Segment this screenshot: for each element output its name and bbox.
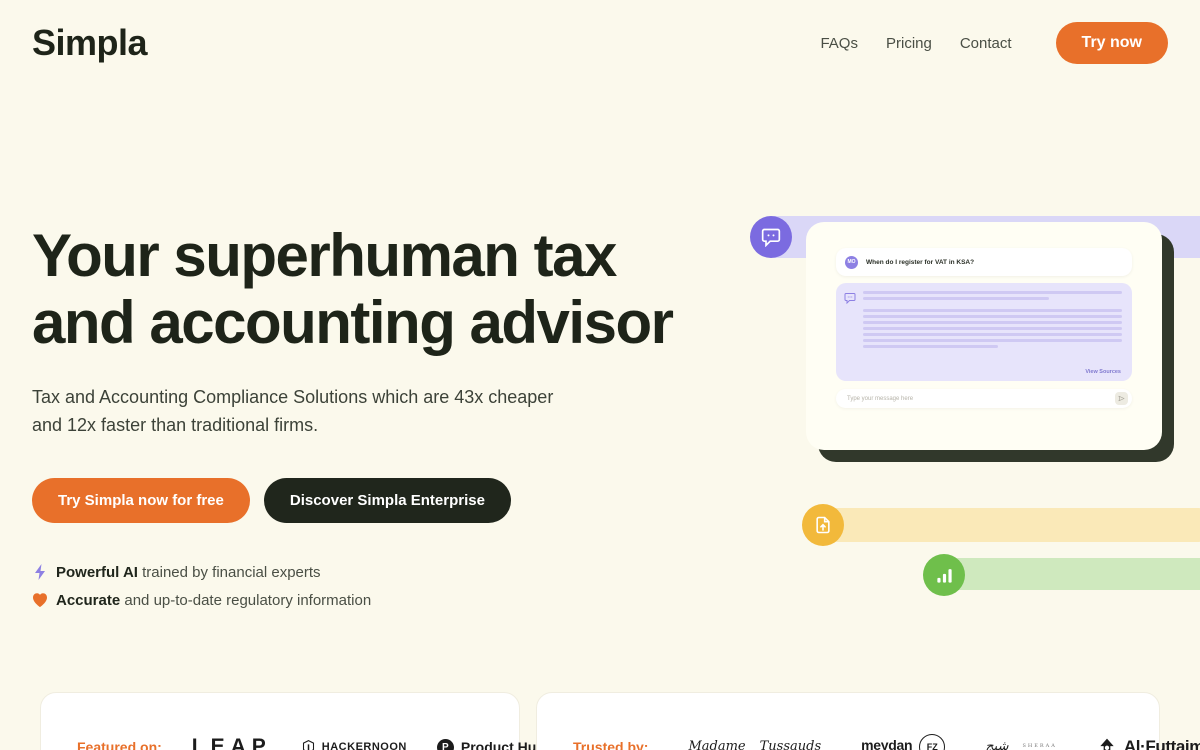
nav-link-pricing[interactable]: Pricing (886, 35, 932, 52)
arabic-script-text: شيج (985, 738, 1009, 750)
meydan-label: meydan (861, 736, 913, 750)
page-title: Your superhuman tax and accounting advis… (32, 222, 732, 356)
chat-answer-bubble: View Sources (836, 283, 1132, 381)
al-futtaim-logo: Al·Futtaim (1097, 737, 1200, 750)
discover-enterprise-button[interactable]: Discover Simpla Enterprise (263, 478, 511, 524)
chat-input-row[interactable]: Type your message here (836, 389, 1132, 408)
try-simpla-free-button[interactable]: Try Simpla now for free (32, 478, 250, 524)
chat-question-text: When do I register for VAT in KSA? (866, 258, 975, 266)
meydan-fz-logo: meydan DUBAI FREE ZONE FZ (861, 734, 946, 750)
headline-line-2: and accounting advisor (32, 289, 674, 357)
skeleton-line (863, 339, 1122, 342)
bar-chart-icon (936, 568, 952, 583)
hero-subheading: Tax and Accounting Compliance Solutions … (32, 384, 612, 440)
meydan-fz-mark-icon: FZ (919, 734, 946, 750)
social-proof-row: Featured on: LEAP HACKERNOON P Product H… (40, 692, 1200, 750)
al-futtaim-mark-icon (1100, 738, 1114, 750)
analytics-badge (923, 554, 965, 596)
document-badge (802, 504, 844, 546)
chat-bubble-icon (844, 293, 856, 304)
product-hunt-mark-icon: P (436, 738, 454, 750)
skeleton-line (863, 333, 1122, 336)
trusted-by-label: Trusted by: (573, 739, 649, 750)
hero-content: Your superhuman tax and accounting advis… (32, 222, 732, 619)
hero-feature-list: Powerful AI trained by financial experts… (32, 563, 732, 609)
heart-icon (33, 593, 47, 608)
green-strip (944, 558, 1200, 590)
chat-mockup: MO When do I register for VAT in KSA? Vi… (806, 222, 1162, 450)
view-sources-link[interactable]: View Sources (1085, 369, 1121, 375)
chat-question-bubble: MO When do I register for VAT in KSA? (836, 248, 1132, 276)
skeleton-line (863, 345, 998, 348)
featured-on-card: Featured on: LEAP HACKERNOON P Product H… (40, 692, 550, 750)
leap-logo: LEAP (191, 735, 272, 750)
madame-tussauds-line-1: Madame (688, 738, 746, 750)
nav-link-contact[interactable]: Contact (960, 35, 1012, 52)
arabic-script-sublabel: SHERAA (1022, 743, 1057, 750)
hackernoon-logo: HACKERNOON (302, 739, 407, 750)
feature-text-powerful-ai: trained by financial experts (137, 563, 321, 581)
skeleton-line (863, 327, 1122, 330)
file-upload-icon (816, 516, 830, 534)
subheading-line-2: and 12x faster than traditional firms. (32, 415, 319, 436)
main-nav: FAQs Pricing Contact Try now (820, 22, 1168, 64)
skeleton-line (863, 309, 1122, 312)
chat-input-placeholder[interactable]: Type your message here (847, 396, 1115, 402)
featured-on-label: Featured on: (77, 739, 162, 750)
send-button[interactable] (1115, 392, 1128, 405)
feature-text-accurate: and up-to-date regulatory information (120, 591, 372, 609)
send-icon (1118, 395, 1125, 402)
al-futtaim-label: Al·Futtaim (1123, 737, 1200, 750)
site-header: Simpla FAQs Pricing Contact Try now (0, 0, 1200, 86)
hero-illustration: MO When do I register for VAT in KSA? Vi… (748, 198, 1200, 608)
chat-badge (750, 216, 792, 258)
feature-label-powerful-ai: Powerful AI (56, 563, 138, 581)
arabic-script-logo: شيج SHERAA (985, 738, 1057, 750)
feature-label-accurate: Accurate (56, 591, 121, 609)
madame-tussauds-line-2: Tussauds (759, 738, 822, 750)
hackernoon-mark-icon (302, 739, 314, 750)
madame-tussauds-logo: Madame Tussauds (688, 738, 822, 750)
avatar: MO (845, 255, 858, 269)
feature-item-powerful-ai: Powerful AI trained by financial experts (32, 563, 732, 581)
brand-logo[interactable]: Simpla (32, 22, 148, 64)
answer-skeleton (863, 291, 1122, 375)
hero-cta-group: Try Simpla now for free Discover Simpla … (32, 478, 732, 524)
yellow-strip (822, 508, 1200, 542)
skeleton-line (863, 315, 1122, 318)
skeleton-line (863, 291, 1122, 294)
subheading-line-1: Tax and Accounting Compliance Solutions … (32, 387, 554, 408)
skeleton-line (863, 321, 1122, 324)
chat-bubble-icon (761, 228, 781, 247)
trusted-by-card: Trusted by: Madame Tussauds meydan DUBAI… (536, 692, 1200, 750)
lightning-bolt-icon (35, 564, 45, 581)
headline-line-1: Your superhuman tax (32, 222, 617, 289)
skeleton-line (863, 297, 1050, 300)
nav-link-faqs[interactable]: FAQs (820, 35, 858, 52)
feature-item-accurate: Accurate and up-to-date regulatory infor… (32, 591, 732, 609)
product-hunt-logo: P Product Hunt (436, 738, 550, 750)
hackernoon-label: HACKERNOON (321, 741, 407, 750)
try-now-button[interactable]: Try now (1055, 22, 1168, 64)
